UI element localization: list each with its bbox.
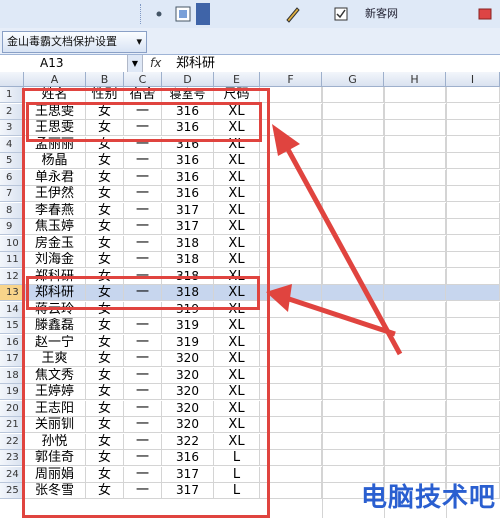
format-icon[interactable] [172,3,194,25]
checkbox-icon[interactable] [330,3,352,25]
name-box[interactable]: A13 ▼ [2,55,143,72]
plugin-toolbar: 金山毒霸文档保护设置 ▾ [0,28,500,54]
fx-icon[interactable]: fx [150,55,161,72]
toolbar-grip[interactable] [140,4,145,24]
toolbar-separator-icon [150,3,168,25]
document-protection-button[interactable]: 金山毒霸文档保护设置 ▾ [2,31,147,53]
formula-bar: A13 ▼ fx 郑科研 [0,54,500,74]
formula-input[interactable]: 郑科研 [176,55,215,72]
name-box-value: A13 [40,56,64,70]
site-watermark: 电脑技术吧 [360,483,496,513]
document-protection-label: 金山毒霸文档保护设置 [7,35,117,48]
draw-icon[interactable] [282,3,304,25]
xker-link[interactable]: 新客网 xker.com [364,3,446,40]
toolbar-overflow-button[interactable] [196,3,210,25]
chevron-down-icon[interactable]: ▼ [127,55,142,72]
arrow-annotations [266,124,403,356]
chevron-down-icon: ▾ [136,35,142,48]
window-control-icon[interactable] [474,3,496,25]
standard-toolbar: 新客网 xker.com [0,0,500,40]
arrow-icon [272,124,403,356]
worksheet-grid[interactable]: A B C D E F G H I 1 姓名 性别 宿舍 寝室号 尺码 2 王思雯女一 316 X… [0,72,500,518]
